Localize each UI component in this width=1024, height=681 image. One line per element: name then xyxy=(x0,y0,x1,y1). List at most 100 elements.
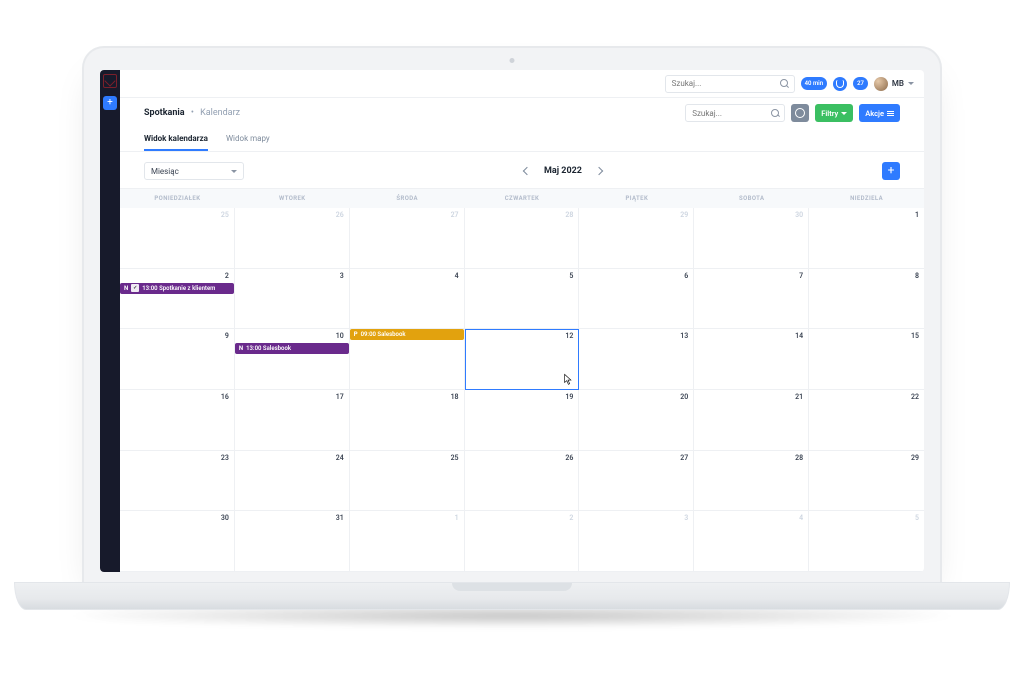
calendar-day[interactable]: 17 xyxy=(235,390,350,451)
calendar-day[interactable]: 14 xyxy=(694,329,809,390)
calendar-day[interactable]: 11P09:00 Salesbook xyxy=(350,329,465,390)
day-number: 2 xyxy=(569,514,573,522)
calendar-day[interactable]: 2 xyxy=(465,511,580,572)
sidebar-add-button[interactable]: + xyxy=(103,96,117,110)
calendar-day[interactable]: 18 xyxy=(350,390,465,451)
day-number: 1 xyxy=(915,211,919,219)
weekday-header: PONIEDZIAŁEK xyxy=(120,189,235,208)
calendar-day[interactable]: 21 xyxy=(694,390,809,451)
next-month-button[interactable] xyxy=(595,167,603,175)
calendar-day[interactable]: 12 xyxy=(465,329,580,390)
day-number: 23 xyxy=(221,454,229,462)
global-topbar: 40 min 27 MB xyxy=(120,70,924,98)
notifications-icon[interactable] xyxy=(833,77,847,91)
menu-icon xyxy=(887,111,894,116)
tab-map[interactable]: Widok mapy xyxy=(226,128,270,151)
calendar-day[interactable]: 8 xyxy=(809,269,924,330)
calendar-day[interactable]: 3 xyxy=(235,269,350,330)
prev-month-button[interactable] xyxy=(523,167,531,175)
calendar-day[interactable]: 26 xyxy=(235,208,350,269)
calendar-day[interactable]: 29 xyxy=(809,451,924,512)
calendar-week: 2N✓13:00 Spotkanie z klientem 345 6 7 8 xyxy=(120,269,924,330)
chevron-down-icon xyxy=(231,170,237,176)
event-prefix: N xyxy=(124,285,128,292)
calendar-day[interactable]: 1 xyxy=(350,511,465,572)
calendar-day[interactable]: 6 xyxy=(579,269,694,330)
calendar-day[interactable]: 7 xyxy=(694,269,809,330)
weekday-header: SOBOTA xyxy=(694,189,809,208)
calendar-day[interactable]: 27 xyxy=(350,208,465,269)
calendar-day[interactable]: 2N✓13:00 Spotkanie z klientem xyxy=(120,269,235,330)
calendar-day[interactable]: 24 xyxy=(235,451,350,512)
calendar-event[interactable]: P09:00 Salesbook xyxy=(350,329,464,340)
page-search[interactable] xyxy=(685,104,785,122)
page-header: Spotkania • Kalendarz Filtry xyxy=(120,98,924,128)
calendar-day[interactable]: 5 xyxy=(465,269,580,330)
view-select[interactable]: Miesiąc xyxy=(144,162,244,180)
calendar-day[interactable]: 4 xyxy=(694,511,809,572)
calendar-day[interactable]: 19 xyxy=(465,390,580,451)
count-chip[interactable]: 27 xyxy=(853,77,868,90)
timer-chip[interactable]: 40 min xyxy=(801,77,827,90)
calendar-day[interactable]: 10 N13:00 Salesbook xyxy=(235,329,350,390)
month-navigator: Maj 2022 xyxy=(524,166,602,176)
weekday-header: WTOREK xyxy=(235,189,350,208)
calendar-day[interactable]: 16 xyxy=(120,390,235,451)
calendar-week: 23 24 2526 27 2829 xyxy=(120,451,924,512)
calendar-day[interactable]: 26 xyxy=(465,451,580,512)
day-number: 8 xyxy=(915,272,919,280)
calendar-day[interactable]: 13 xyxy=(579,329,694,390)
weekday-header: ŚRODA xyxy=(350,189,465,208)
search-icon xyxy=(771,109,779,118)
user-menu[interactable]: MB xyxy=(874,77,914,91)
calendar-day[interactable]: 25 xyxy=(120,208,235,269)
calendar-day[interactable]: 9 xyxy=(120,329,235,390)
filters-button[interactable]: Filtry xyxy=(815,104,853,122)
calendar-day[interactable]: 1 xyxy=(809,208,924,269)
calendar-day[interactable]: 28 xyxy=(465,208,580,269)
app-logo-icon[interactable] xyxy=(103,74,117,88)
page-title: Spotkania xyxy=(144,108,185,118)
calendar-day[interactable]: 20 xyxy=(579,390,694,451)
calendar-day[interactable]: 5 xyxy=(809,511,924,572)
tab-calendar[interactable]: Widok kalendarza xyxy=(144,128,208,151)
add-event-button[interactable]: + xyxy=(882,162,900,180)
calendar-day[interactable]: 29 xyxy=(579,208,694,269)
day-number: 3 xyxy=(340,272,344,280)
calendar-day[interactable]: 4 xyxy=(350,269,465,330)
day-number: 10 xyxy=(336,332,344,340)
global-search[interactable] xyxy=(665,75,795,93)
weekday-header: CZWARTEK xyxy=(465,189,580,208)
day-number: 9 xyxy=(225,332,229,340)
calendar-day[interactable]: 15 xyxy=(809,329,924,390)
calendar-day[interactable]: 28 xyxy=(694,451,809,512)
actions-button[interactable]: Akcje xyxy=(859,104,900,122)
page-search-input[interactable] xyxy=(692,109,764,118)
calendar-day[interactable]: 3 xyxy=(579,511,694,572)
event-prefix: P xyxy=(354,331,358,338)
calendar-event[interactable]: N✓13:00 Spotkanie z klientem xyxy=(120,283,234,294)
calendar-day[interactable]: 23 xyxy=(120,451,235,512)
calendar-event[interactable]: N13:00 Salesbook xyxy=(235,343,349,354)
day-number: 5 xyxy=(915,514,919,522)
calendar-day[interactable]: 30 xyxy=(694,208,809,269)
day-number: 28 xyxy=(565,211,573,219)
day-number: 16 xyxy=(221,393,229,401)
day-number: 24 xyxy=(336,454,344,462)
day-number: 26 xyxy=(336,211,344,219)
day-number: 6 xyxy=(684,272,688,280)
global-search-input[interactable] xyxy=(672,79,774,88)
event-label: 13:00 Salesbook xyxy=(246,345,291,352)
settings-button[interactable] xyxy=(791,104,809,122)
calendar-day[interactable]: 22 xyxy=(809,390,924,451)
calendar-day[interactable]: 31 xyxy=(235,511,350,572)
calendar-day[interactable]: 27 xyxy=(579,451,694,512)
calendar-day[interactable]: 25 xyxy=(350,451,465,512)
laptop-base xyxy=(14,582,1010,610)
calendar-day[interactable]: 30 xyxy=(120,511,235,572)
weekday-header-row: PONIEDZIAŁEKWTOREKŚRODACZWARTEKPIĄTEKSOB… xyxy=(120,189,924,208)
app-screen: + 40 min 27 MB xyxy=(100,70,924,572)
day-number: 27 xyxy=(680,454,688,462)
breadcrumb-sep: • xyxy=(191,108,194,118)
day-number: 7 xyxy=(799,272,803,280)
